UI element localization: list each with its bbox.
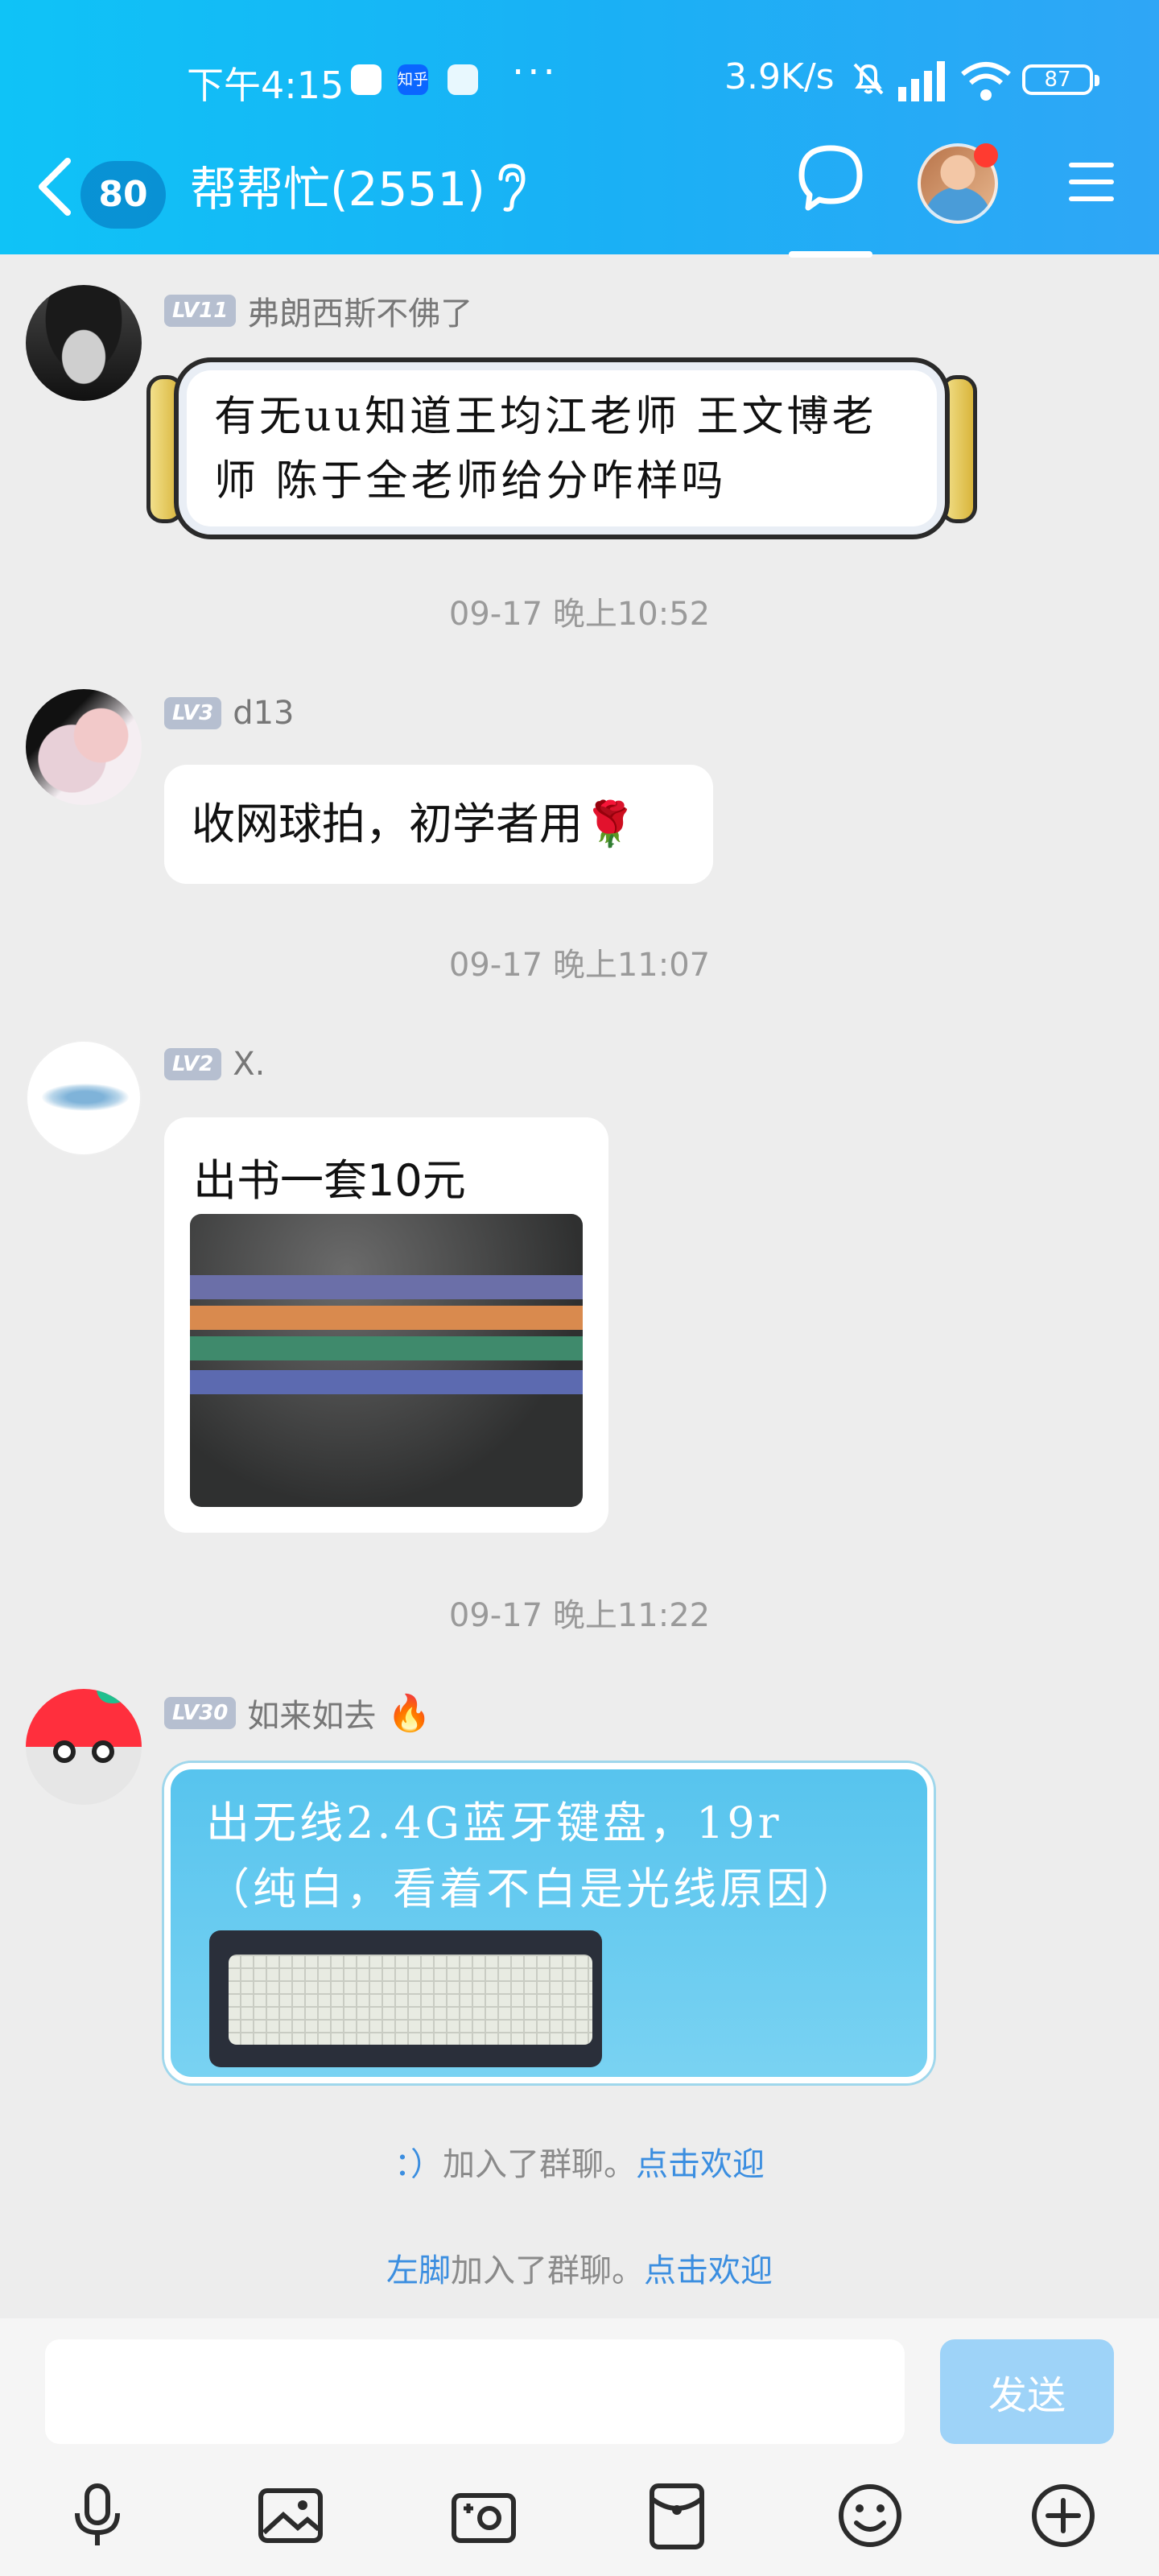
- level-badge: LV11: [164, 295, 237, 327]
- joined-user-link[interactable]: ：）: [394, 2146, 443, 2183]
- sender-info: LV3 d13: [164, 691, 295, 736]
- timestamp: 09-17 晚上11:22: [448, 1597, 711, 1634]
- message-text: 有无uu知道王均江老师 王文博老 师 陈于全老师给分咋样吗: [174, 357, 950, 539]
- app-notification-icon: [351, 64, 382, 95]
- status-time: 下午4:15: [187, 64, 344, 107]
- welcome-link[interactable]: 点击欢迎: [636, 2146, 765, 2183]
- wifi-icon: [961, 62, 1011, 101]
- book-spine: [190, 1336, 583, 1360]
- avatar-eye: [53, 1740, 76, 1763]
- book-spine: [190, 1306, 583, 1330]
- emoji-icon[interactable]: [834, 2479, 906, 2552]
- message-bubble[interactable]: 有无uu知道王均江老师 王文博老 师 陈于全老师给分咋样吗: [146, 357, 977, 539]
- book-spine: [190, 1275, 583, 1299]
- timestamp: 09-17 晚上10:52: [448, 596, 711, 633]
- sender-name[interactable]: 弗朗西斯不佛了: [247, 287, 472, 334]
- sender-info: LV30 如来如去 🔥: [164, 1690, 431, 1736]
- send-button[interactable]: 发送: [940, 2339, 1114, 2444]
- system-notice: 左脚加入了群聊。点击欢迎: [0, 2244, 1159, 2291]
- top-bar: 下午4:15 知乎 ··· 3.9K/s 87 80 帮帮忙(2551): [0, 0, 1159, 258]
- gallery-notification-icon: [448, 64, 478, 95]
- fire-icon: 🔥: [387, 1693, 432, 1734]
- level-badge: LV3: [164, 697, 222, 729]
- message-line: 有无uu知道王均江老师 王文博老: [214, 393, 877, 441]
- sender-info: LV11 弗朗西斯不佛了: [164, 288, 472, 333]
- image-icon[interactable]: [254, 2479, 327, 2552]
- sender-name[interactable]: d13: [233, 695, 294, 732]
- notice-text: 加入了群聊。: [443, 2146, 636, 2183]
- group-title[interactable]: 帮帮忙(2551): [190, 151, 485, 219]
- message-input[interactable]: [45, 2339, 905, 2444]
- message-bubble[interactable]: 出书一套10元: [164, 1117, 608, 1533]
- rose-emoji: 🌹: [583, 799, 637, 849]
- nav-bar: 80 帮帮忙(2551): [0, 137, 1159, 258]
- message-text: 出书一套10元: [193, 1155, 466, 1206]
- avatar-eye: [92, 1740, 114, 1763]
- ear-mode-icon[interactable]: [491, 161, 531, 214]
- back-chevron-icon[interactable]: [32, 156, 77, 217]
- message-text: 收网球拍，初学者用: [192, 799, 583, 849]
- profile-avatar[interactable]: [918, 143, 998, 224]
- keyboard-image: [229, 1955, 592, 2045]
- red-packet-icon[interactable]: [641, 2479, 713, 2552]
- notice-text: 加入了群聊。: [451, 2252, 644, 2289]
- level-badge: LV30: [164, 1697, 237, 1729]
- message-line: 出无线2.4G蓝牙键盘，19r: [206, 1798, 782, 1848]
- avatar[interactable]: [26, 1689, 142, 1805]
- book-spine: [190, 1370, 583, 1394]
- timestamp: 09-17 晚上11:07: [448, 947, 711, 984]
- message-line: （纯白，看着不白是光线原因）: [206, 1864, 860, 1914]
- avatar[interactable]: [26, 689, 142, 805]
- network-speed: 3.9K/s: [724, 56, 835, 97]
- plus-icon[interactable]: [1027, 2479, 1099, 2552]
- keyboard-photo[interactable]: [209, 1930, 602, 2067]
- tab-underline: [789, 251, 872, 258]
- menu-icon[interactable]: [1066, 158, 1117, 206]
- system-notice: ：）加入了群聊。点击欢迎: [0, 2138, 1159, 2185]
- books-photo[interactable]: [190, 1214, 583, 1507]
- battery-indicator: 87: [1022, 64, 1099, 95]
- avatar[interactable]: [26, 285, 142, 401]
- status-bar: 下午4:15 知乎 ··· 3.9K/s 87: [0, 47, 1159, 116]
- sender-name[interactable]: X.: [233, 1046, 265, 1083]
- chat-tab[interactable]: [789, 137, 872, 258]
- message-bubble[interactable]: 收网球拍，初学者用🌹: [164, 765, 713, 884]
- avatar-leaf: [97, 1689, 129, 1703]
- avatar[interactable]: [26, 1040, 142, 1156]
- signal-icon: [898, 61, 945, 101]
- camera-icon[interactable]: [448, 2479, 520, 2552]
- input-area: 发送: [0, 2318, 1159, 2576]
- chat-bubble-icon: [798, 145, 863, 211]
- sender-info: LV2 X.: [164, 1042, 265, 1087]
- bell-muted-icon: [853, 63, 884, 95]
- more-notifications-icon: ···: [512, 50, 559, 95]
- welcome-link[interactable]: 点击欢迎: [644, 2252, 773, 2289]
- notification-dot: [974, 143, 998, 167]
- joined-user-link[interactable]: 左脚: [386, 2252, 451, 2289]
- unread-count-badge[interactable]: 80: [80, 161, 166, 229]
- sender-name[interactable]: 如来如去: [247, 1690, 376, 1736]
- message-line: 师 陈于全老师给分咋样吗: [214, 457, 727, 506]
- microphone-icon[interactable]: [61, 2479, 134, 2552]
- message-bubble[interactable]: 出无线2.4G蓝牙键盘，19r （纯白，看着不白是光线原因）: [164, 1763, 934, 2083]
- level-badge: LV2: [164, 1048, 222, 1080]
- zhihu-notification-icon: 知乎: [398, 64, 428, 95]
